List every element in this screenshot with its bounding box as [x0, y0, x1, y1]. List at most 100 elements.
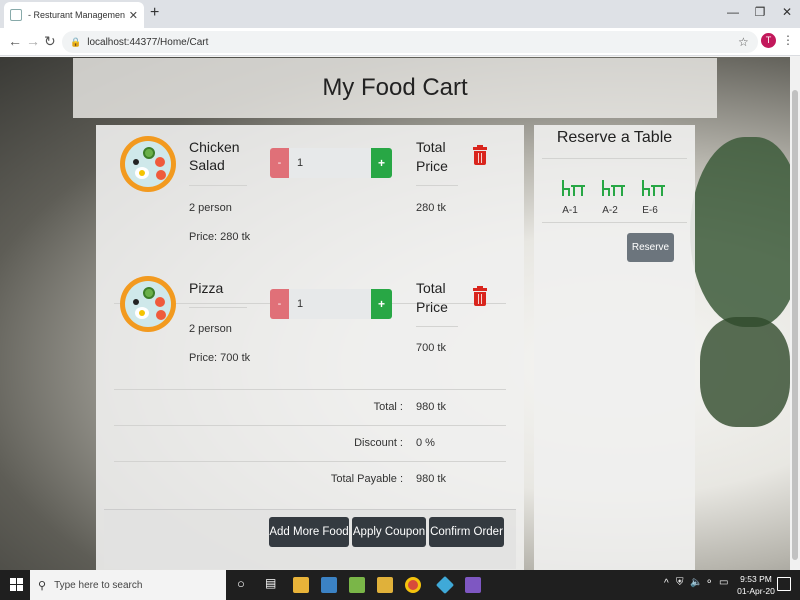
cart-panel: Chicken Salad 2 person Price: 280 tk - +…	[96, 125, 524, 570]
total-price-value: 280 tk	[416, 202, 446, 214]
food-item-price: Price: 700 tk	[189, 352, 251, 364]
total-price-label: Total Price	[416, 139, 448, 174]
url-text[interactable]: localhost:44377/Home/Cart	[87, 37, 208, 48]
item-separator	[114, 389, 506, 390]
table-chair-icon[interactable]	[561, 178, 587, 198]
page-title: My Food Cart	[322, 74, 468, 101]
defender-icon[interactable]: ⛨	[676, 577, 684, 588]
tab-close-icon[interactable]: ✕	[129, 9, 138, 22]
quantity-input[interactable]	[289, 289, 371, 319]
trash-icon	[474, 292, 486, 306]
notification-icon[interactable]	[777, 577, 791, 591]
browser-menu-icon[interactable]: ⋮	[782, 33, 794, 47]
decrease-quantity-button[interactable]: -	[270, 289, 289, 319]
decrease-quantity-button[interactable]: -	[270, 148, 289, 178]
total-label: Total :	[373, 401, 403, 413]
git-icon[interactable]	[435, 575, 455, 595]
taskbar-clock[interactable]: 9:53 PM 01-Apr-20	[736, 573, 776, 597]
address-bar[interactable]: 🔒 localhost:44377/Home/Cart	[62, 31, 758, 53]
background-salad-decoration	[690, 137, 790, 327]
volume-icon[interactable]: 🔈	[690, 577, 702, 588]
lock-icon: 🔒	[70, 36, 82, 47]
browser-toolbar: ← → ↻ 🔒 localhost:44377/Home/Cart ☆	[0, 28, 800, 56]
chrome-icon[interactable]	[405, 577, 421, 593]
total-payable-value: 980 tk	[416, 473, 446, 485]
taskbar-search-box[interactable]: ⚲ Type here to search	[30, 570, 226, 600]
discount-label: Discount :	[354, 437, 403, 449]
battery-icon[interactable]: ▭	[719, 577, 728, 588]
tray-expand-icon[interactable]: ^	[664, 578, 669, 589]
food-item-price: Price: 280 tk	[189, 231, 251, 243]
food-item-name: Chicken Salad	[189, 139, 240, 173]
apply-coupon-button[interactable]: Apply Coupon	[352, 517, 426, 547]
network-icon[interactable]: ⚬	[705, 577, 713, 588]
divider	[416, 185, 458, 186]
trash-icon	[474, 151, 486, 165]
paint-icon[interactable]	[349, 577, 365, 593]
taskbar-search-placeholder: Type here to search	[54, 579, 143, 591]
clock-date: 01-Apr-20	[737, 586, 775, 596]
forward-icon[interactable]: →	[26, 33, 40, 49]
confirm-order-button[interactable]: Confirm Order	[429, 517, 504, 547]
close-window-button[interactable]: ✕	[772, 2, 800, 22]
divider	[189, 185, 247, 186]
reload-icon[interactable]: ↻	[44, 33, 56, 50]
food-item-serving: 2 person	[189, 202, 232, 214]
total-value: 980 tk	[416, 401, 446, 413]
clock-time: 9:53 PM	[740, 574, 772, 584]
file-explorer-icon[interactable]	[293, 577, 309, 593]
app-icon[interactable]	[377, 577, 393, 593]
back-icon[interactable]: ←	[8, 33, 22, 49]
search-icon: ⚲	[38, 579, 47, 592]
quantity-stepper: - +	[270, 289, 392, 319]
divider	[542, 158, 687, 159]
minimize-button[interactable]: —	[718, 2, 748, 22]
food-item-name: Pizza	[189, 280, 224, 296]
food-item-serving: 2 person	[189, 323, 232, 335]
total-price-value: 700 tk	[416, 342, 446, 354]
background-salad-decoration	[700, 317, 790, 427]
table-label: E-6	[642, 205, 658, 216]
scrollbar-thumb[interactable]	[792, 90, 798, 560]
summary-separator	[114, 425, 506, 426]
visual-studio-icon[interactable]	[465, 577, 481, 593]
tab-title: - Resturant Management System	[28, 10, 125, 20]
page-favicon-icon	[10, 9, 22, 21]
delete-item-button[interactable]	[473, 286, 487, 306]
increase-quantity-button[interactable]: +	[371, 289, 392, 319]
cortana-icon[interactable]: ○	[237, 576, 245, 591]
browser-tab-strip: - Resturant Management System ✕ + — ❐ ✕	[0, 0, 800, 28]
quantity-stepper: - +	[270, 148, 392, 178]
total-price-label: Total Price	[416, 280, 448, 315]
page-header: My Food Cart	[73, 58, 717, 118]
divider	[416, 326, 458, 327]
food-image	[120, 136, 176, 192]
discount-value: 0 %	[416, 437, 435, 449]
reserve-table-panel: Reserve a Table A-1 A-2 E-6 Reserve	[534, 125, 695, 570]
new-tab-button[interactable]: +	[150, 4, 159, 22]
quantity-input[interactable]	[289, 148, 371, 178]
windows-taskbar: ⚲ Type here to search ○ ▤ ^ ⛨ 🔈 ⚬ ▭ 9:53…	[0, 570, 800, 600]
page-viewport: My Food Cart Chicken Salad 2 person Pric…	[0, 57, 790, 570]
task-view-icon[interactable]: ▤	[265, 576, 276, 590]
summary-separator	[114, 461, 506, 462]
table-label: A-2	[602, 205, 618, 216]
divider	[189, 307, 247, 308]
add-more-food-button[interactable]: Add More Food	[269, 517, 349, 547]
reserve-button[interactable]: Reserve	[627, 233, 674, 262]
divider	[542, 222, 687, 223]
food-image	[120, 276, 176, 332]
reserve-title: Reserve a Table	[556, 129, 673, 146]
table-chair-icon[interactable]	[601, 178, 627, 198]
table-chair-icon[interactable]	[641, 178, 667, 198]
total-payable-label: Total Payable :	[330, 473, 403, 485]
browser-tab[interactable]: - Resturant Management System ✕	[4, 2, 144, 28]
store-icon[interactable]	[321, 577, 337, 593]
delete-item-button[interactable]	[473, 145, 487, 165]
increase-quantity-button[interactable]: +	[371, 148, 392, 178]
profile-avatar[interactable]: T	[761, 33, 776, 48]
windows-start-icon[interactable]	[10, 578, 23, 591]
bookmark-star-icon[interactable]: ☆	[738, 35, 749, 49]
maximize-button[interactable]: ❐	[745, 2, 775, 22]
table-label: A-1	[562, 205, 578, 216]
